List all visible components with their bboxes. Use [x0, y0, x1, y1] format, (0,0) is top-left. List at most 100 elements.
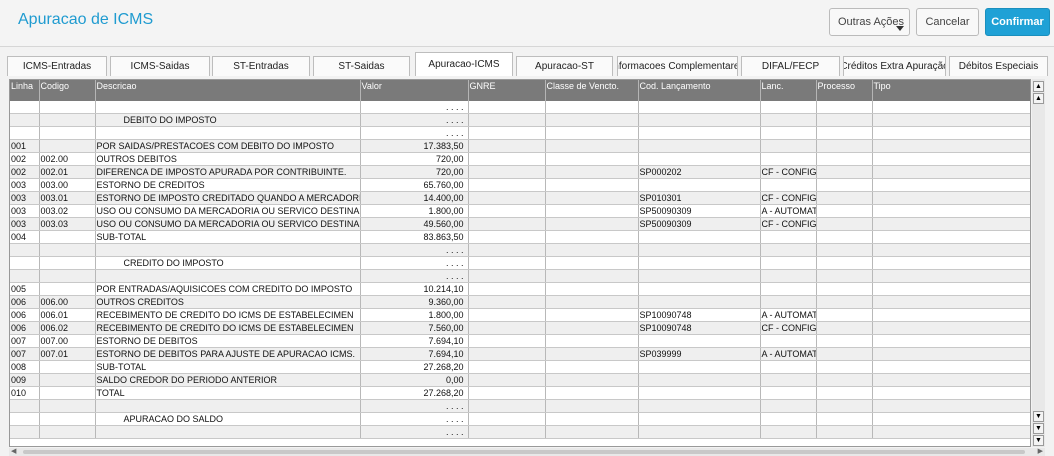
table-row[interactable]: 006 006.01 RECEBIMENTO DE CREDITO DO ICMS … [10, 308, 1030, 322]
table-cell[interactable]: USO OU CONSUMO DA MERCADORIA OU SERVICO … [95, 217, 361, 231]
table-cell[interactable]: SP010301 [638, 191, 761, 205]
table-cell[interactable] [468, 152, 546, 166]
table-cell[interactable]: . . . . [360, 269, 469, 283]
table-cell[interactable] [760, 412, 817, 426]
table-cell[interactable] [760, 334, 817, 348]
table-cell[interactable] [95, 269, 361, 283]
table-cell[interactable] [638, 113, 761, 127]
table-cell[interactable]: CF - CONFIG T [760, 165, 817, 179]
table-cell[interactable]: CF - CONFIG T [760, 321, 817, 335]
table-cell[interactable] [95, 101, 361, 114]
table-cell[interactable]: 10.214,10 [360, 282, 469, 296]
table-cell[interactable]: 9.360,00 [360, 295, 469, 309]
table-cell[interactable] [545, 308, 639, 322]
table-cell[interactable] [760, 399, 817, 413]
table-cell[interactable]: 720,00 [360, 165, 469, 179]
table-cell[interactable]: 003 [10, 217, 40, 231]
tab-st-saidas[interactable]: ST-Saidas [313, 56, 410, 76]
table-cell[interactable] [816, 126, 873, 140]
table-cell[interactable] [545, 113, 639, 127]
tab-icms-saidas[interactable]: ICMS-Saidas [110, 56, 210, 76]
table-cell[interactable] [816, 178, 873, 192]
table-cell[interactable] [545, 139, 639, 153]
table-cell[interactable] [545, 256, 639, 270]
table-cell[interactable] [760, 139, 817, 153]
table-cell[interactable] [872, 101, 1030, 114]
table-cell[interactable] [816, 308, 873, 322]
table-cell[interactable] [760, 230, 817, 244]
table-cell[interactable] [638, 126, 761, 140]
table-cell[interactable] [638, 139, 761, 153]
table-cell[interactable] [468, 178, 546, 192]
table-cell[interactable] [468, 386, 546, 400]
table-cell[interactable] [872, 243, 1030, 257]
table-cell[interactable]: 004 [10, 230, 40, 244]
table-cell[interactable] [872, 113, 1030, 127]
table-cell[interactable] [872, 282, 1030, 296]
table-cell[interactable] [816, 165, 873, 179]
table-row[interactable]: . . . . [10, 243, 1030, 257]
table-cell[interactable] [638, 269, 761, 283]
table-cell[interactable] [468, 230, 546, 244]
table-cell[interactable] [545, 191, 639, 205]
table-cell[interactable] [545, 399, 639, 413]
table-cell[interactable]: SP039999 [638, 347, 761, 361]
table-row[interactable]: 004 SUB-TOTAL 83.863,50 [10, 230, 1030, 244]
table-cell[interactable]: DEBITO DO IMPOSTO [95, 113, 361, 127]
table-cell[interactable] [638, 373, 761, 387]
table-cell[interactable] [545, 295, 639, 309]
table-cell[interactable] [638, 243, 761, 257]
table-cell[interactable] [468, 360, 546, 374]
table-cell[interactable] [39, 243, 96, 257]
table-cell[interactable] [760, 101, 817, 114]
table-cell[interactable] [760, 386, 817, 400]
table-cell[interactable] [95, 126, 361, 140]
table-row[interactable]: 001 POR SAIDAS/PRESTACOES COM DEBITO DO I… [10, 139, 1030, 153]
table-cell[interactable] [545, 373, 639, 387]
table-cell[interactable] [760, 113, 817, 127]
table-cell[interactable] [10, 256, 40, 270]
table-cell[interactable]: 65.760,00 [360, 178, 469, 192]
double-down-arrow-icon[interactable]: ▼ [1033, 423, 1044, 434]
table-cell[interactable] [39, 101, 96, 114]
table-cell[interactable] [39, 113, 96, 127]
table-row[interactable]: 003 003.03 USO OU CONSUMO DA MERCADORIA OU… [10, 217, 1030, 231]
table-cell[interactable]: POR ENTRADAS/AQUISICOES COM CREDITO DO I… [95, 282, 361, 296]
table-cell[interactable]: 003.02 [39, 204, 96, 218]
table-cell[interactable] [760, 243, 817, 257]
table-cell[interactable] [468, 126, 546, 140]
table-cell[interactable]: RECEBIMENTO DE CREDITO DO ICMS DE ESTABE… [95, 321, 361, 335]
table-cell[interactable] [872, 191, 1030, 205]
table-cell[interactable]: 27.268,20 [360, 360, 469, 374]
table-cell[interactable] [638, 334, 761, 348]
table-cell[interactable] [872, 126, 1030, 140]
column-header[interactable]: Codigo [39, 80, 96, 92]
table-cell[interactable]: 010 [10, 386, 40, 400]
table-cell[interactable] [39, 386, 96, 400]
table-cell[interactable] [545, 334, 639, 348]
table-cell[interactable]: . . . . [360, 256, 469, 270]
table-cell[interactable] [545, 243, 639, 257]
table-cell[interactable] [545, 347, 639, 361]
table-cell[interactable] [872, 347, 1030, 361]
table-cell[interactable] [95, 399, 361, 413]
table-cell[interactable] [468, 191, 546, 205]
table-cell[interactable]: USO OU CONSUMO DA MERCADORIA OU SERVICO … [95, 204, 361, 218]
table-cell[interactable]: 0,00 [360, 373, 469, 387]
table-cell[interactable] [816, 230, 873, 244]
table-row[interactable]: 007 007.01 ESTORNO DE DEBITOS PARA AJUSTE … [10, 347, 1030, 361]
table-cell[interactable] [816, 295, 873, 309]
table-cell[interactable] [10, 101, 40, 114]
table-row[interactable]: 003 003.02 USO OU CONSUMO DA MERCADORIA OU… [10, 204, 1030, 218]
table-row[interactable]: . . . . [10, 126, 1030, 140]
table-cell[interactable]: 7.560,00 [360, 321, 469, 335]
table-cell[interactable] [638, 282, 761, 296]
column-header[interactable]: Tipo [872, 80, 1030, 92]
table-row[interactable]: 009 SALDO CREDOR DO PERIODO ANTERIOR 0,00 [10, 373, 1030, 387]
double-up-arrow-icon[interactable]: ▲ [1033, 81, 1044, 92]
table-cell[interactable] [468, 282, 546, 296]
table-cell[interactable] [638, 256, 761, 270]
table-cell[interactable] [816, 191, 873, 205]
table-cell[interactable] [816, 256, 873, 270]
table-cell[interactable] [760, 373, 817, 387]
